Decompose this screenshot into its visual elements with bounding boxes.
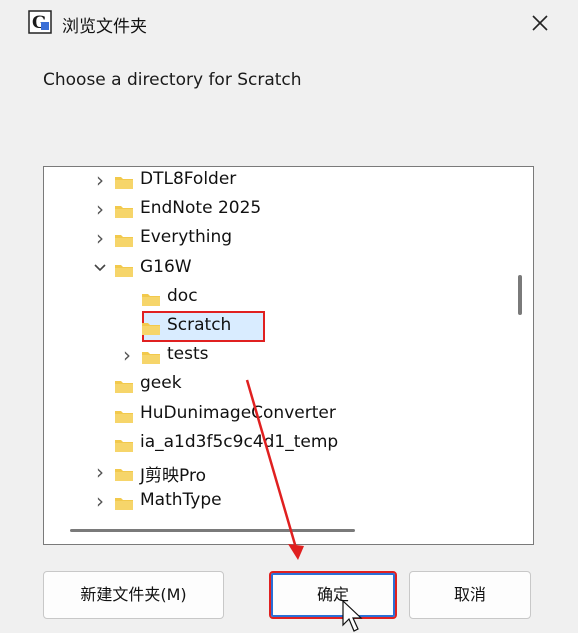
tree-item[interactable]: Scratch [44, 313, 514, 342]
tree-item[interactable]: geek [44, 371, 514, 400]
tree-item[interactable]: › DTL8Folder [44, 167, 514, 196]
tree-item-label: Scratch [167, 315, 232, 335]
folder-icon [115, 410, 133, 423]
tree-item-label: tests [167, 344, 209, 365]
folder-icon [115, 381, 133, 394]
tree-item[interactable]: › J剪映Pro [44, 459, 514, 488]
chevron-right-icon[interactable]: › [92, 491, 108, 511]
chevron-down-icon[interactable] [92, 258, 108, 278]
tree-item-label: geek [140, 373, 182, 394]
close-button[interactable] [522, 6, 558, 40]
tree-item-label: MathType [140, 490, 222, 511]
close-icon [532, 15, 548, 31]
expander-placeholder [92, 433, 108, 453]
vertical-scrollbar[interactable] [518, 275, 522, 315]
chevron-right-icon[interactable]: › [119, 345, 135, 365]
annotation-arrow-head [288, 544, 304, 560]
chevron-down-icon [94, 264, 106, 271]
expander-placeholder [92, 374, 108, 394]
tree-item[interactable]: › tests [44, 342, 514, 371]
folder-icon [142, 293, 160, 306]
tree-item-label: EndNote 2025 [140, 198, 262, 219]
folder-icon [115, 498, 133, 511]
folder-icon [115, 206, 133, 219]
folder-icon [142, 352, 160, 365]
ok-button[interactable]: 确定 [269, 571, 397, 619]
expander-placeholder [119, 316, 135, 336]
chevron-right-icon[interactable]: › [92, 170, 108, 190]
cancel-button[interactable]: 取消 [409, 571, 531, 619]
chevron-right-icon[interactable]: › [92, 462, 108, 482]
expander-placeholder [92, 404, 108, 424]
folder-icon [115, 264, 133, 277]
horizontal-scrollbar[interactable] [70, 529, 355, 532]
tree-item[interactable]: › Everything [44, 225, 514, 254]
window-title: 浏览文件夹 [62, 17, 147, 37]
folder-icon [115, 469, 133, 481]
chevron-right-icon[interactable]: › [92, 228, 108, 248]
expander-placeholder [119, 287, 135, 307]
folder-icon [115, 235, 133, 248]
tree-item[interactable]: › EndNote 2025 [44, 196, 514, 225]
tree-item[interactable]: ia_a1d3f5c9c4d1_temp [44, 430, 514, 459]
chevron-right-icon[interactable]: › [92, 199, 108, 219]
tree-item[interactable]: › MathType [44, 488, 514, 517]
app-logo-icon: G [28, 10, 52, 34]
folder-icon [115, 439, 133, 452]
tree-item-label: ia_a1d3f5c9c4d1_temp [140, 431, 339, 452]
folder-icon [142, 323, 160, 335]
folder-tree[interactable]: › DTL8Folder › EndNote 2025 › Everything G16W d… [43, 166, 534, 545]
folder-icon [115, 177, 133, 189]
tree-item[interactable]: doc [44, 284, 514, 313]
tree-item-label: J剪映Pro [140, 466, 206, 486]
tree-item-label: DTL8Folder [140, 169, 237, 189]
tree-item[interactable]: HuDunimageConverter [44, 401, 514, 430]
title-bar: G 浏览文件夹 [0, 0, 578, 46]
tree-item-label: G16W [140, 256, 192, 277]
new-folder-button[interactable]: 新建文件夹(M) [43, 571, 224, 619]
tree-item-label: HuDunimageConverter [140, 402, 336, 423]
tree-item-label: doc [167, 285, 198, 306]
tree-item[interactable]: G16W [44, 255, 514, 284]
tree-item-label: Everything [140, 227, 233, 248]
dialog-prompt: Choose a directory for Scratch [43, 70, 302, 90]
